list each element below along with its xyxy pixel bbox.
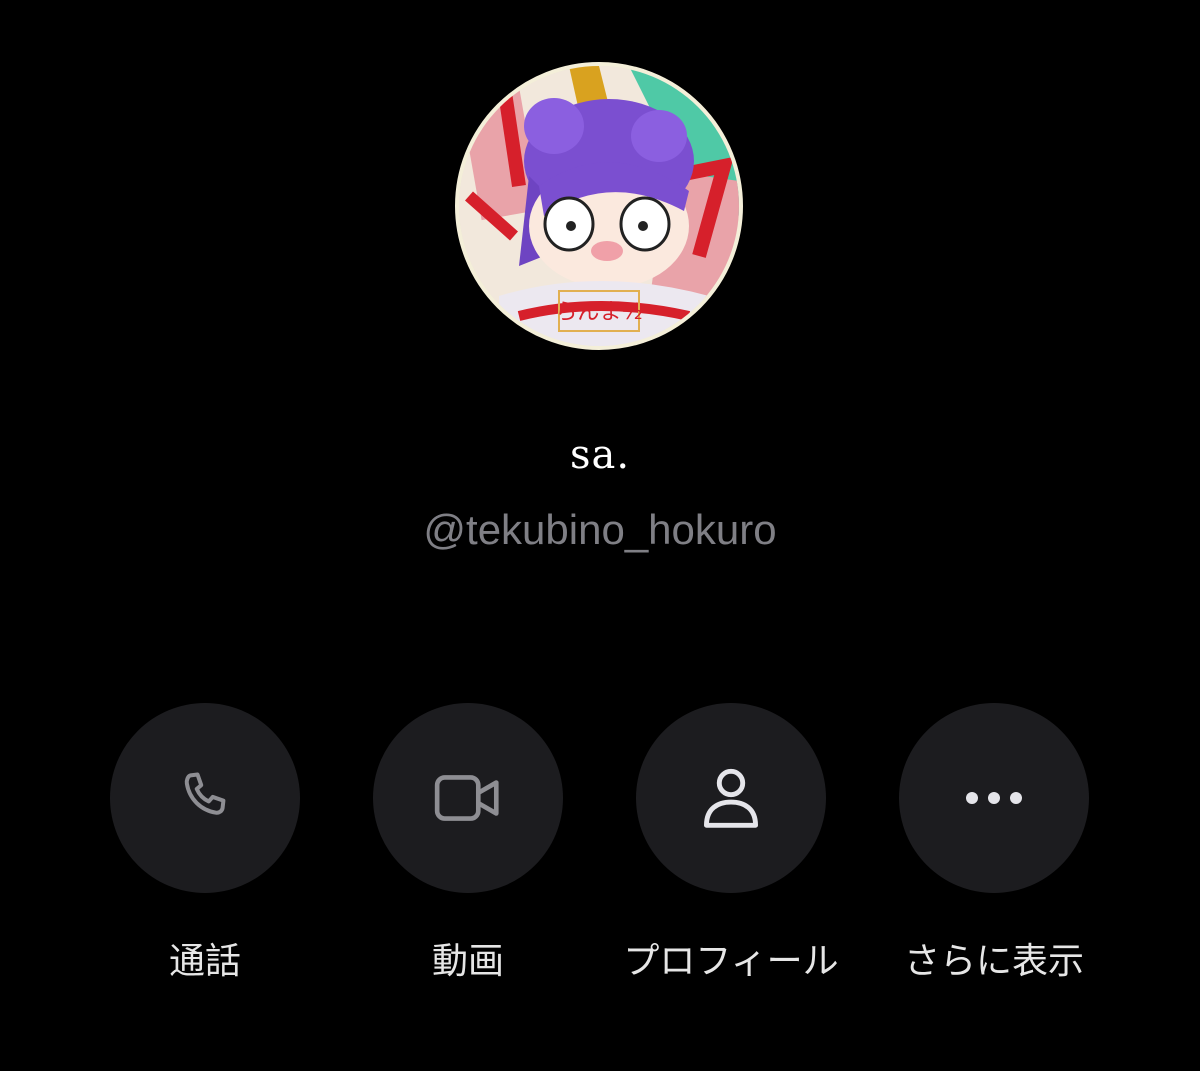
video-call-button[interactable] xyxy=(373,703,563,893)
phone-icon xyxy=(184,772,226,815)
video-label: 動画 xyxy=(431,941,504,982)
more-button[interactable] xyxy=(899,703,1089,893)
avatar-image: らんま½ xyxy=(459,66,739,346)
display-name: sa. xyxy=(569,432,631,478)
person-icon xyxy=(704,768,758,828)
avatar[interactable]: らんま½ xyxy=(455,62,743,350)
svg-text:らんま½: らんま½ xyxy=(555,300,642,325)
more-label: さらに表示 xyxy=(903,941,1084,982)
user-handle: @tekubino_hokuro xyxy=(423,506,777,553)
call-button[interactable] xyxy=(110,703,300,893)
call-label: 通話 xyxy=(168,941,241,982)
profile-label: プロフィール xyxy=(623,941,839,982)
video-camera-icon xyxy=(434,775,499,821)
profile-button[interactable] xyxy=(636,703,826,893)
more-dots-icon xyxy=(966,792,1022,804)
